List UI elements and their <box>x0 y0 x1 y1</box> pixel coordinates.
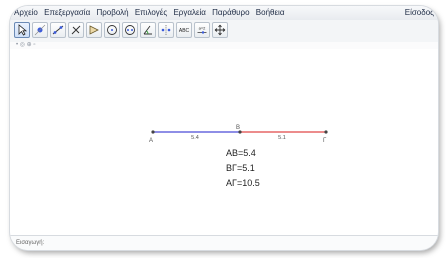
menu-view[interactable]: Προβολή <box>96 8 128 17</box>
line-tool-button[interactable] <box>50 22 66 38</box>
menu-window[interactable]: Παράθυρο <box>212 8 249 17</box>
slider-icon: a=2 <box>197 26 207 34</box>
svg-text:ABC: ABC <box>179 28 190 34</box>
menu-help[interactable]: Βοήθεια <box>256 8 285 17</box>
graphics-view[interactable]: A B Γ 5.4 5.1 ΑΒ=5.4 ΒΓ=5.1 ΑΓ=10.5 <box>10 50 438 236</box>
line-icon <box>52 25 64 35</box>
segment-ab-value: 5.4 <box>191 135 199 141</box>
reflect-icon <box>161 25 171 35</box>
input-bar[interactable]: Εισαγωγή: <box>10 235 438 250</box>
menu-file[interactable]: Αρχείο <box>14 8 38 17</box>
point-icon <box>34 24 46 36</box>
segment-bg-value: 5.1 <box>278 135 286 141</box>
perpendicular-icon <box>71 25 81 35</box>
text-tool-button[interactable]: ABC <box>176 22 192 38</box>
geometry-canvas[interactable]: A B Γ 5.4 5.1 <box>10 50 438 236</box>
move-view-icon <box>214 24 226 36</box>
calc-ag: ΑΓ=10.5 <box>226 178 260 188</box>
reflect-tool-button[interactable] <box>158 22 174 38</box>
polygon-tool-button[interactable] <box>86 22 102 38</box>
input-bar-label: Εισαγωγή: <box>16 240 45 246</box>
angle-icon <box>143 25 152 35</box>
svg-text:a=2: a=2 <box>199 26 207 31</box>
style-bar[interactable]: • ◎ ⊕ ▫ <box>10 42 438 49</box>
abc-icon: ABC <box>179 28 190 34</box>
ellipse-tool-button[interactable] <box>122 22 138 38</box>
menu-edit[interactable]: Επεξεργασία <box>44 8 90 17</box>
point-g-label: Γ <box>323 138 327 144</box>
ellipse-icon <box>125 25 135 35</box>
menu-options[interactable]: Επιλογές <box>135 8 167 17</box>
move-view-tool-button[interactable] <box>212 22 228 38</box>
slider-tool-button[interactable]: a=2 <box>194 22 210 38</box>
calc-ab: ΑΒ=5.4 <box>226 148 256 158</box>
calc-bg: ΒΓ=5.1 <box>226 163 255 173</box>
arrow-cursor-icon <box>18 24 28 36</box>
menu-tools[interactable]: Εργαλεία <box>173 8 205 17</box>
polygon-icon <box>89 25 99 35</box>
circle-icon <box>107 25 117 35</box>
toolbar: ABC a=2 <box>10 20 438 43</box>
move-tool-button[interactable] <box>14 22 30 38</box>
geogebra-window: Αρχείο Επεξεργασία Προβολή Επιλογές Εργα… <box>10 6 438 250</box>
angle-tool-button[interactable] <box>140 22 156 38</box>
point-a-label: A <box>149 138 153 144</box>
point-a <box>151 130 155 134</box>
point-b-label: B <box>236 125 240 131</box>
menu-bar: Αρχείο Επεξεργασία Προβολή Επιλογές Εργα… <box>10 6 438 21</box>
login-link[interactable]: Είσοδος <box>405 6 434 20</box>
perpendicular-tool-button[interactable] <box>68 22 84 38</box>
point-g <box>324 130 328 134</box>
circle-tool-button[interactable] <box>104 22 120 38</box>
point-tool-button[interactable] <box>32 22 48 38</box>
